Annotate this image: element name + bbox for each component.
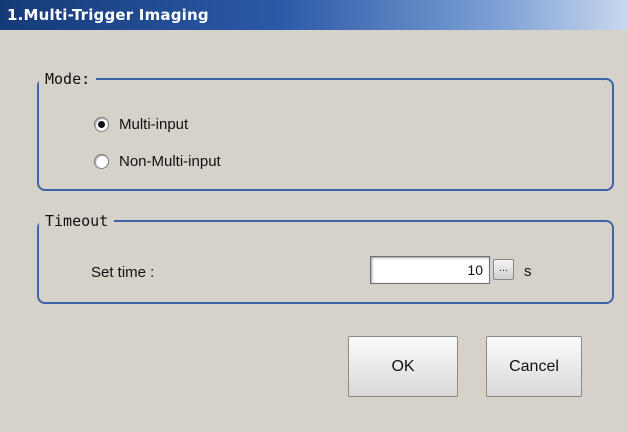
mode-legend: Mode:: [45, 70, 91, 88]
radio-multi-input[interactable]: Multi-input: [94, 116, 188, 133]
radio-non-multi-input[interactable]: Non-Multi-input: [94, 153, 221, 170]
radio-non-multi-input-label: Non-Multi-input: [119, 153, 221, 170]
radio-multi-input-label: Multi-input: [119, 116, 189, 133]
window-title: 1.Multi-Trigger Imaging: [7, 6, 209, 24]
set-time-input[interactable]: [370, 256, 490, 284]
ok-button[interactable]: OK: [348, 336, 458, 397]
cancel-button[interactable]: Cancel: [486, 336, 582, 397]
seconds-unit-label: s: [524, 263, 532, 280]
radio-unselected-icon[interactable]: [94, 154, 109, 169]
timeout-legend: Timeout: [45, 212, 109, 230]
set-time-ellipsis-button[interactable]: ...: [493, 259, 514, 280]
dialog-body: Mode: Multi-input Non-Multi-input Timeou…: [0, 30, 628, 432]
title-bar: 1.Multi-Trigger Imaging: [0, 0, 628, 30]
radio-selected-icon[interactable]: [94, 117, 109, 132]
timeout-group: Timeout Set time : ... s: [37, 212, 614, 304]
set-time-label: Set time :: [91, 264, 155, 281]
mode-group: Mode: Multi-input Non-Multi-input: [37, 70, 614, 191]
